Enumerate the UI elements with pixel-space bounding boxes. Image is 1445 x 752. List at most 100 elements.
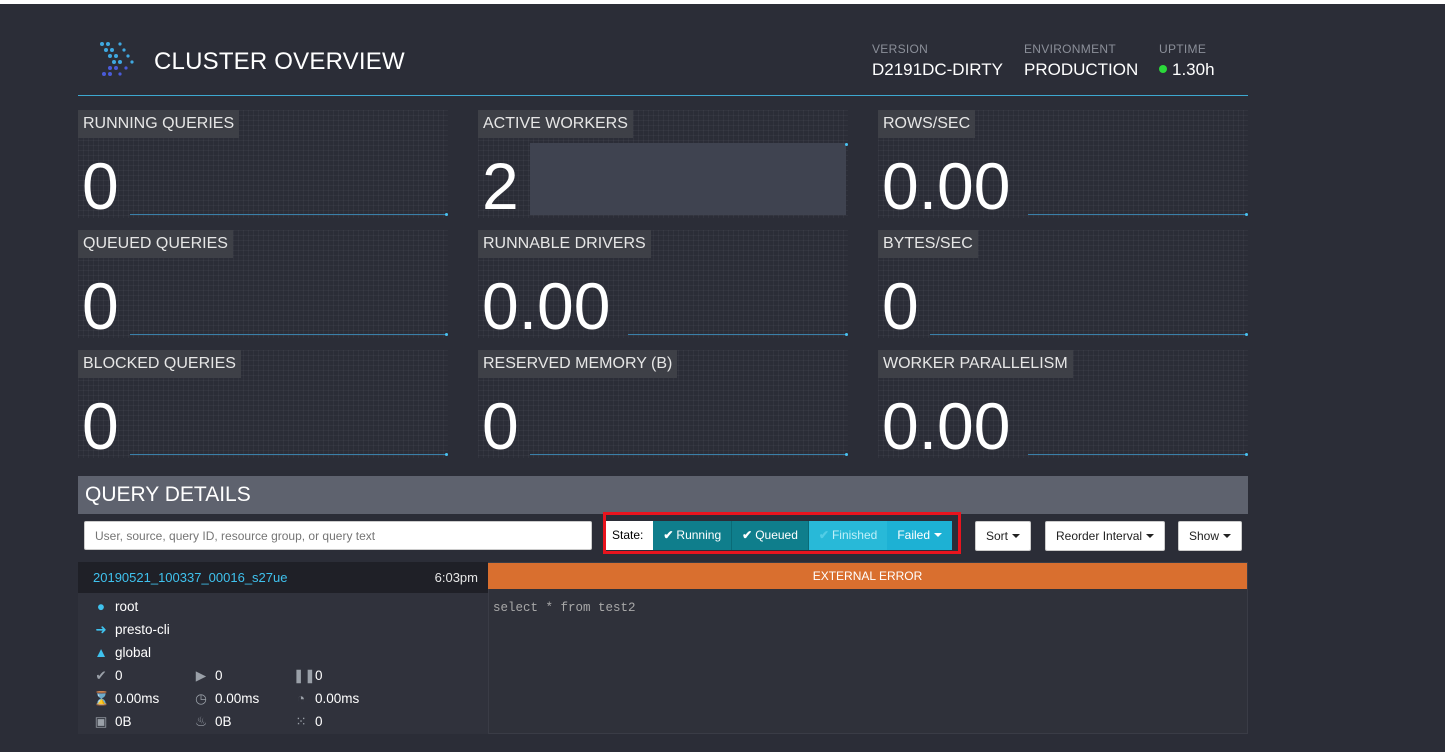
caret-down-icon bbox=[1012, 534, 1021, 538]
cluster-header: CLUSTER OVERVIEW VERSION D2191DC-DIRTY E… bbox=[78, 30, 1248, 96]
dashboard-icon: ◔ bbox=[296, 691, 306, 706]
status-dot-icon bbox=[1159, 65, 1167, 73]
sparkline bbox=[130, 334, 446, 335]
query-sql-text: select * from test2 bbox=[493, 601, 636, 615]
presto-logo-icon bbox=[100, 42, 134, 76]
queued-label: Queued bbox=[755, 528, 798, 542]
state-filter-group: State: ✔ Running ✔ Queued ✔ Finished Failed bbox=[606, 521, 952, 550]
fire-icon: ♨ bbox=[194, 714, 208, 729]
tile-value: 0 bbox=[82, 269, 119, 343]
sparkline-dot bbox=[1245, 213, 1248, 216]
query-user: ● root bbox=[93, 599, 138, 614]
tile-label: QUEUED QUERIES bbox=[78, 230, 233, 258]
current-memory: ▣ 0B bbox=[93, 714, 132, 730]
sparkline-dot bbox=[845, 333, 848, 336]
sparkline bbox=[628, 334, 846, 335]
query-details-header: QUERY DETAILS bbox=[78, 476, 1248, 514]
tile-rows-per-sec: ROWS/SEC 0.00 bbox=[878, 110, 1248, 223]
failed-label: Failed bbox=[897, 528, 930, 542]
uptime-stat: UPTIME 1.30h bbox=[1159, 42, 1215, 80]
state-queued-button[interactable]: ✔ Queued bbox=[732, 521, 809, 550]
tile-value: 0 bbox=[482, 389, 519, 463]
completed-splits: ✔ 0 bbox=[93, 668, 123, 684]
show-dropdown[interactable]: Show bbox=[1178, 521, 1243, 551]
reorder-interval-dropdown[interactable]: Reorder Interval bbox=[1045, 521, 1166, 551]
tile-value: 0 bbox=[82, 149, 119, 223]
wall-time-value: 0.00ms bbox=[115, 691, 160, 706]
clock-icon: ◷ bbox=[195, 691, 207, 706]
tasks-icon: ⁙ bbox=[295, 714, 307, 729]
tile-value: 2 bbox=[482, 149, 519, 223]
sparkline-dot bbox=[445, 333, 448, 336]
tile-label: RUNNING QUERIES bbox=[78, 110, 240, 138]
state-failed-dropdown[interactable]: Failed bbox=[887, 521, 952, 550]
tile-value: 0.00 bbox=[882, 389, 1011, 463]
sparkline bbox=[130, 214, 446, 215]
tile-value: 0.00 bbox=[882, 149, 1011, 223]
check-icon: ✔ bbox=[663, 528, 674, 542]
completed-splits-value: 0 bbox=[115, 668, 123, 683]
version-stat: VERSION D2191DC-DIRTY bbox=[872, 42, 1003, 80]
tile-active-workers: ACTIVE WORKERS 2 bbox=[478, 110, 848, 223]
caret-down-icon bbox=[1146, 534, 1155, 538]
query-source: ➜ presto-cli bbox=[93, 622, 170, 638]
sparkline-dot bbox=[1245, 333, 1248, 336]
current-memory-value: 0B bbox=[115, 714, 132, 729]
tile-label: RESERVED MEMORY (B) bbox=[478, 350, 678, 378]
uptime-value: 1.30h bbox=[1172, 60, 1215, 79]
top-border bbox=[0, 0, 1445, 4]
user-icon: ● bbox=[96, 599, 106, 614]
sparkline-dot bbox=[845, 453, 848, 456]
peak-memory-value: 0B bbox=[215, 714, 232, 729]
query-status-band: EXTERNAL ERROR bbox=[488, 563, 1247, 589]
wall-time: ⌛ 0.00ms bbox=[93, 691, 159, 707]
reorder-label: Reorder Interval bbox=[1056, 529, 1143, 543]
environment-label: ENVIRONMENT bbox=[1024, 42, 1116, 56]
sparkline bbox=[1028, 454, 1246, 455]
tile-blocked-queries: BLOCKED QUERIES 0 bbox=[78, 350, 448, 463]
sparkline bbox=[1028, 214, 1246, 215]
version-label: VERSION bbox=[872, 42, 929, 56]
sparkline bbox=[530, 454, 846, 455]
tile-label: BLOCKED QUERIES bbox=[78, 350, 241, 378]
tile-label: BYTES/SEC bbox=[878, 230, 978, 258]
resource-group-value: global bbox=[115, 645, 152, 660]
sparkline bbox=[930, 334, 1246, 335]
sparkline bbox=[130, 454, 446, 455]
state-finished-button[interactable]: ✔ Finished bbox=[808, 521, 888, 550]
search-input[interactable] bbox=[84, 521, 592, 550]
elapsed-time-value: 0.00ms bbox=[215, 691, 260, 706]
sparkline-dot bbox=[445, 453, 448, 456]
state-label: State: bbox=[606, 521, 654, 550]
check-icon: ✔ bbox=[742, 528, 753, 542]
tile-queued-queries: QUEUED QUERIES 0 bbox=[78, 230, 448, 343]
hourglass-icon: ⌛ bbox=[93, 691, 110, 706]
caret-down-icon bbox=[934, 533, 942, 537]
sign-in-icon: ➜ bbox=[95, 622, 107, 637]
running-label: Running bbox=[676, 528, 722, 542]
finished-label: Finished bbox=[831, 528, 878, 542]
tile-label: WORKER PARALLELISM bbox=[878, 350, 1073, 378]
tile-bytes-per-sec: BYTES/SEC 0 bbox=[878, 230, 1248, 343]
sort-label: Sort bbox=[986, 529, 1009, 543]
query-resource-group: ▲ global bbox=[93, 645, 151, 660]
query-card-header: 20190521_100337_00016_s27ue 6:03pm bbox=[78, 562, 488, 593]
sparkline-dot bbox=[1245, 453, 1248, 456]
check-icon: ✔ bbox=[95, 668, 107, 683]
query-id-link[interactable]: 20190521_100337_00016_s27ue bbox=[93, 570, 287, 585]
source-value: presto-cli bbox=[115, 622, 170, 637]
elapsed-time: ◷ 0.00ms bbox=[193, 691, 259, 707]
check-icon: ✔ bbox=[818, 528, 829, 542]
query-details-title: QUERY DETAILS bbox=[85, 483, 251, 506]
tile-label: ROWS/SEC bbox=[878, 110, 976, 138]
caret-down-icon bbox=[1223, 534, 1232, 538]
tile-value: 0 bbox=[882, 269, 919, 343]
version-value: D2191DC-DIRTY bbox=[872, 60, 1004, 79]
sort-dropdown[interactable]: Sort bbox=[975, 521, 1032, 551]
uptime-value-row: 1.30h bbox=[1159, 60, 1215, 80]
environment-value: PRODUCTION bbox=[1024, 60, 1139, 79]
queued-splits-value: 0 bbox=[315, 668, 323, 683]
environment-stat: ENVIRONMENT PRODUCTION bbox=[1024, 42, 1138, 80]
hdd-icon: ▣ bbox=[94, 714, 108, 729]
state-running-button[interactable]: ✔ Running bbox=[653, 521, 733, 550]
